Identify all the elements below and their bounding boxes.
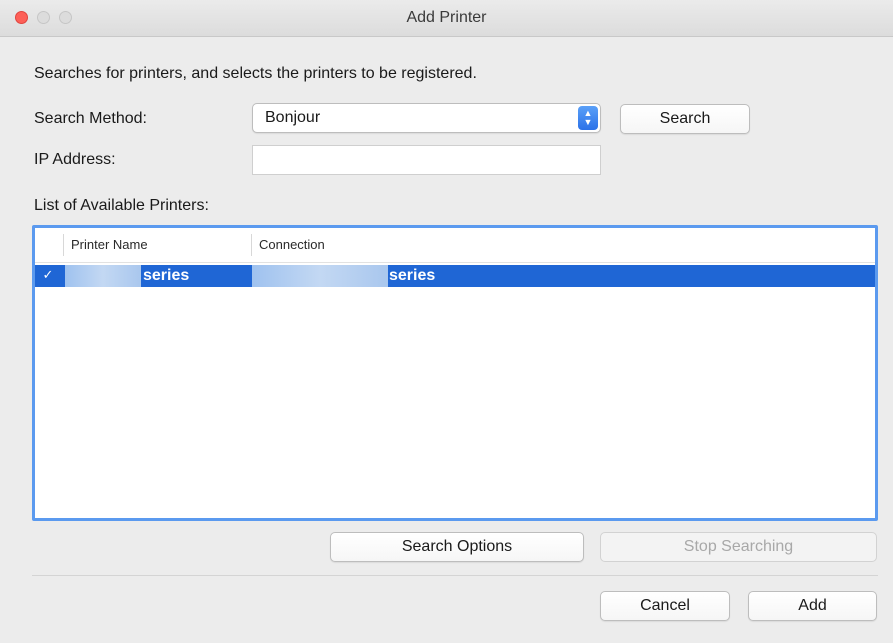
connection-cell: series: [389, 267, 436, 284]
column-divider: [251, 234, 252, 256]
add-button[interactable]: Add: [748, 591, 877, 621]
column-header-printer-name[interactable]: Printer Name: [71, 237, 148, 252]
printer-list-table[interactable]: Printer Name Connection ✓ series series: [32, 225, 878, 521]
printer-name-cell: series: [143, 267, 190, 284]
search-button[interactable]: Search: [620, 104, 750, 134]
search-method-select[interactable]: Bonjour ▲ ▼: [252, 103, 601, 133]
chevron-updown-icon[interactable]: ▲ ▼: [578, 106, 598, 130]
printer-list-label: List of Available Printers:: [34, 197, 209, 214]
ip-address-label: IP Address:: [34, 151, 116, 168]
search-options-button[interactable]: Search Options: [330, 532, 584, 562]
search-method-label: Search Method:: [34, 110, 147, 127]
column-divider: [63, 234, 64, 256]
table-header: Printer Name Connection: [35, 228, 875, 263]
ip-address-field[interactable]: [252, 145, 601, 175]
separator: [32, 575, 878, 576]
column-header-connection[interactable]: Connection: [259, 237, 325, 252]
table-row[interactable]: ✓ series series: [35, 265, 875, 287]
search-method-value: Bonjour: [265, 109, 321, 126]
redacted-printer-name: [65, 265, 141, 287]
title-bar: Add Printer: [0, 0, 893, 37]
redacted-connection: [252, 265, 388, 287]
stop-searching-button[interactable]: Stop Searching: [600, 532, 877, 562]
description-text: Searches for printers, and selects the p…: [34, 65, 477, 82]
cancel-button[interactable]: Cancel: [600, 591, 730, 621]
window-title: Add Printer: [406, 9, 487, 26]
checkmark-icon[interactable]: ✓: [41, 268, 55, 282]
